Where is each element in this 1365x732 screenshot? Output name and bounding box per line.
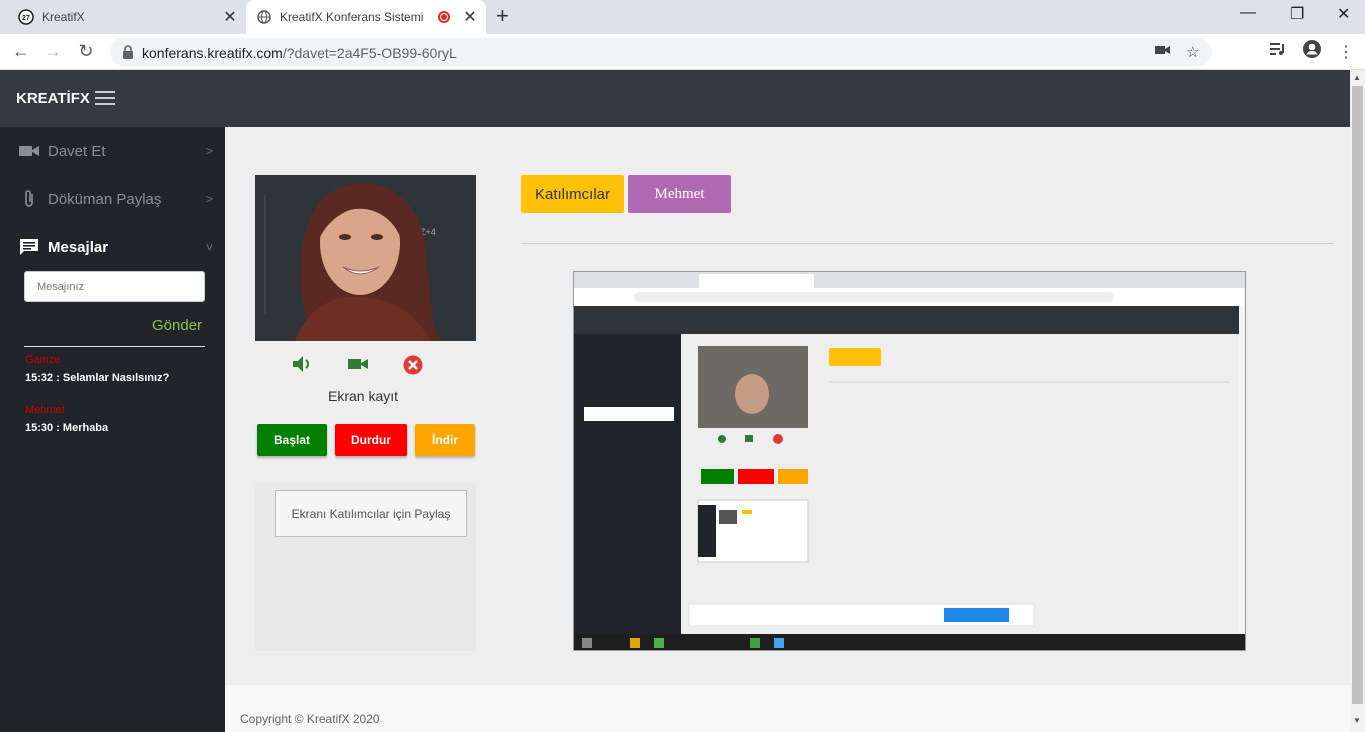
hamburger-menu-icon[interactable]	[95, 91, 115, 105]
copyright-text: Copyright © KreatifX 2020	[240, 712, 380, 726]
forward-arrow-icon[interactable]: →	[42, 41, 64, 62]
share-screen-button[interactable]: Ekranı Katılımcılar için Paylaş	[275, 490, 467, 537]
camera-icon[interactable]	[347, 355, 369, 377]
hangup-icon[interactable]	[403, 355, 423, 380]
url-text: konferans.kreatifx.com/?davet=2a4F5-OB99…	[142, 45, 457, 61]
tab-title: KreatifX Konferans Sistemi	[280, 10, 424, 24]
participants-button[interactable]: Katılımcılar	[521, 175, 624, 213]
new-tab-icon[interactable]: +	[496, 5, 509, 27]
shared-screen-image	[574, 272, 1245, 650]
page-viewport: KREATİFX Davet Et > Döküman Paylaş > Mes…	[0, 70, 1350, 732]
sidebar-item-label: Döküman Paylaş	[48, 190, 162, 208]
top-navbar: KREATİFX	[0, 70, 1350, 127]
lock-icon	[123, 45, 133, 59]
camera-permission-icon[interactable]	[1155, 43, 1171, 60]
sidebar-item-label: Mesajlar	[48, 238, 109, 256]
svg-text:27: 27	[22, 15, 30, 22]
scrollbar-thumb[interactable]	[1352, 86, 1363, 704]
message-text: 15:32 : Selamlar Nasılsınız?	[25, 372, 170, 384]
profile-avatar-icon[interactable]	[1302, 40, 1322, 64]
video-camera-icon	[18, 144, 40, 158]
message-input[interactable]: Mesajınız	[24, 271, 205, 302]
local-video: Z+4	[255, 175, 476, 341]
media-control-icon[interactable]	[1270, 42, 1286, 61]
main-content: Z+4 Ekran kayıt Başlat Durdur İndir Ekra…	[225, 127, 1350, 685]
chat-icon	[18, 238, 40, 256]
chevron-right-icon: >	[205, 144, 213, 158]
sidebar: Davet Et > Döküman Paylaş > Mesajlar > M…	[0, 127, 225, 732]
send-button[interactable]: Gönder	[152, 317, 202, 334]
sidebar-item-label: Davet Et	[48, 142, 106, 160]
participant-mehmet-button[interactable]: Mehmet	[628, 175, 731, 213]
start-recording-button[interactable]: Başlat	[257, 424, 327, 456]
divider	[521, 243, 1334, 244]
bookmark-star-icon[interactable]: ☆	[1186, 43, 1199, 61]
scroll-down-arrow-icon[interactable]: ▼	[1353, 716, 1361, 725]
tab-title: KreatifX	[42, 10, 85, 24]
message-sender: Gamze	[25, 354, 61, 366]
reload-icon[interactable]: ↻	[75, 41, 97, 62]
screen-record-label: Ekran kayıt	[328, 388, 399, 404]
download-recording-button[interactable]: İndir	[415, 424, 475, 456]
scroll-up-arrow-icon[interactable]: ▲	[1353, 73, 1361, 82]
sidebar-item-davet-et[interactable]: Davet Et >	[18, 139, 213, 163]
sidebar-item-dokuman-paylas[interactable]: Döküman Paylaş >	[18, 187, 213, 211]
back-arrow-icon[interactable]: ←	[10, 41, 32, 62]
browser-tab-strip: 27 KreatifX ✕ KreatifX Konferans Sistemi…	[0, 0, 1365, 34]
footer: Copyright © KreatifX 2020	[225, 685, 1350, 732]
webcam-person-image: Z+4	[255, 175, 476, 341]
minimize-icon[interactable]: —	[1240, 4, 1256, 22]
browser-menu-icon[interactable]: ⋮	[1338, 42, 1354, 62]
sidebar-item-mesajlar[interactable]: Mesajlar >	[18, 235, 217, 259]
browser-tab-konferans[interactable]: KreatifX Konferans Sistemi ✕	[246, 0, 486, 34]
chevron-down-icon: >	[202, 243, 217, 251]
stop-recording-button[interactable]: Durdur	[335, 424, 407, 456]
close-tab-icon[interactable]: ✕	[460, 7, 480, 27]
share-panel: Ekranı Katılımcılar için Paylaş	[255, 483, 476, 651]
speaker-icon[interactable]	[292, 355, 312, 378]
message-text: 15:30 : Merhaba	[25, 422, 109, 434]
omnibox[interactable]: konferans.kreatifx.com/?davet=2a4F5-OB99…	[110, 38, 1212, 66]
brand-logo[interactable]: KREATİFX	[16, 90, 90, 107]
maximize-icon[interactable]: ❐	[1290, 4, 1304, 24]
recording-indicator-icon	[438, 11, 450, 23]
close-window-icon[interactable]: ✕	[1337, 4, 1350, 24]
divider	[24, 346, 205, 347]
shared-screen-video	[573, 271, 1246, 651]
paperclip-icon	[18, 189, 40, 209]
address-bar: ← → ↻ konferans.kreatifx.com/?davet=2a4F…	[0, 34, 1365, 70]
close-tab-icon[interactable]: ✕	[220, 7, 240, 27]
message-sender: Mehmet	[25, 404, 65, 416]
page-scrollbar[interactable]: ▲ ▼	[1350, 70, 1365, 732]
site-favicon-icon: 27	[18, 9, 34, 25]
globe-icon	[256, 9, 272, 25]
browser-tab-kreatifx[interactable]: 27 KreatifX ✕	[8, 0, 246, 34]
chevron-right-icon: >	[205, 192, 213, 206]
